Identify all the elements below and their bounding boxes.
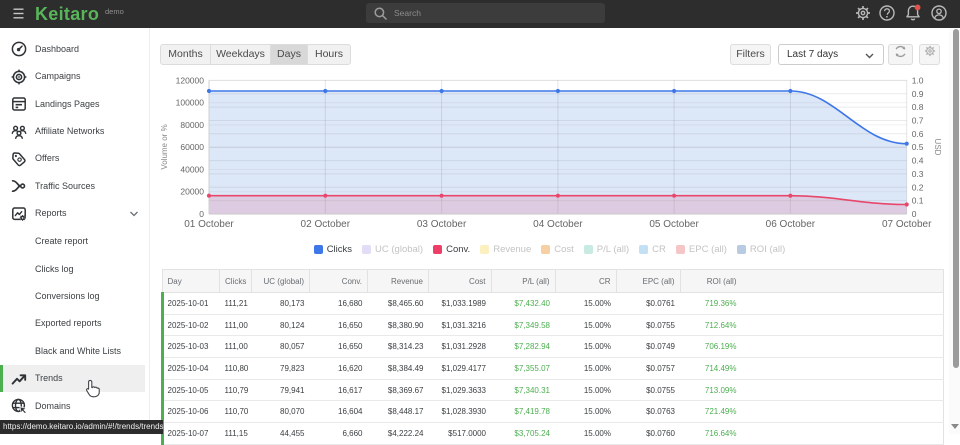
svg-text:20000: 20000 [180,187,204,197]
svg-text:60000: 60000 [180,142,204,152]
svg-text:05 October: 05 October [649,219,699,230]
svg-text:80000: 80000 [180,120,204,130]
svg-text:0.1: 0.1 [912,196,924,206]
svg-text:01 October: 01 October [184,219,234,230]
svg-text:USD: USD [933,139,942,156]
svg-text:04 October: 04 October [533,219,583,230]
svg-text:06 October: 06 October [766,219,816,230]
svg-text:120000: 120000 [176,75,205,85]
svg-text:0.5: 0.5 [912,142,924,152]
svg-text:02 October: 02 October [301,219,351,230]
svg-text:0: 0 [199,209,204,219]
svg-text:0.2: 0.2 [912,182,924,192]
svg-text:0.7: 0.7 [912,116,924,126]
svg-text:0.4: 0.4 [912,156,924,166]
svg-text:40000: 40000 [180,165,204,175]
svg-text:03 October: 03 October [417,219,467,230]
svg-text:0.9: 0.9 [912,89,924,99]
svg-text:0.8: 0.8 [912,102,924,112]
svg-text:0: 0 [912,209,917,219]
svg-text:0.6: 0.6 [912,129,924,139]
svg-text:0.3: 0.3 [912,169,924,179]
svg-text:07 October: 07 October [882,219,932,230]
svg-text:Volume or %: Volume or % [160,124,169,169]
svg-text:1.0: 1.0 [912,75,924,85]
svg-text:100000: 100000 [176,98,205,108]
